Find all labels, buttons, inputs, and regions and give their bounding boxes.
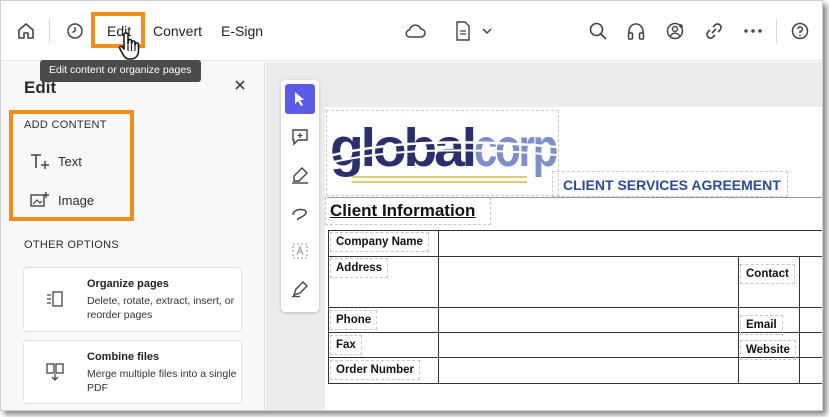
agreement-title: CLIENT SERVICES AGREEMENT bbox=[563, 177, 781, 193]
add-text-icon bbox=[31, 154, 49, 169]
draw-icon[interactable] bbox=[285, 198, 315, 228]
add-content-label: ADD CONTENT bbox=[24, 119, 107, 131]
field-contact[interactable]: Contact bbox=[740, 264, 795, 284]
organize-pages-icon bbox=[47, 291, 63, 307]
field-order-number[interactable]: Order Number bbox=[330, 360, 420, 380]
toolbar-divider bbox=[49, 19, 50, 43]
highlight-icon[interactable] bbox=[285, 160, 315, 190]
add-image-label: Image bbox=[58, 192, 95, 208]
hand-cursor-icon bbox=[118, 31, 142, 66]
section-title: Client Information bbox=[330, 201, 476, 220]
close-icon[interactable] bbox=[234, 78, 246, 96]
field-company-name[interactable]: Company Name bbox=[330, 232, 429, 252]
organize-pages-title: Organize pages bbox=[87, 278, 169, 290]
company-logo[interactable]: global corp bbox=[326, 110, 560, 196]
menu-esign[interactable]: E-Sign bbox=[221, 23, 263, 39]
svg-text:global: global bbox=[330, 118, 474, 178]
agreement-title-box[interactable]: CLIENT SERVICES AGREEMENT bbox=[552, 171, 788, 197]
organize-pages-card[interactable]: Organize pages Delete, rotate, extract, … bbox=[23, 267, 242, 332]
table-border bbox=[799, 256, 800, 383]
search-icon[interactable] bbox=[584, 17, 612, 45]
cloud-icon[interactable] bbox=[401, 17, 429, 45]
table-border bbox=[328, 230, 329, 383]
table-border bbox=[328, 383, 822, 384]
field-website[interactable]: Website bbox=[740, 340, 796, 360]
quick-tools bbox=[281, 80, 319, 312]
comment-icon[interactable] bbox=[285, 122, 315, 152]
combine-files-card[interactable]: Combine files Merge multiple files into … bbox=[23, 340, 242, 404]
combine-files-description: Merge multiple files into a single PDF bbox=[87, 368, 237, 394]
toolbar-divider bbox=[776, 19, 777, 43]
field-address[interactable]: Address bbox=[330, 258, 389, 278]
sign-icon[interactable] bbox=[285, 274, 315, 304]
menu-convert[interactable]: Convert bbox=[153, 23, 202, 39]
select-tool-icon[interactable] bbox=[285, 84, 315, 114]
help-icon[interactable] bbox=[786, 17, 814, 45]
link-icon[interactable] bbox=[700, 17, 728, 45]
chevron-down-icon[interactable] bbox=[473, 17, 501, 45]
combine-files-title: Combine files bbox=[87, 351, 160, 363]
headphones-icon[interactable] bbox=[622, 17, 650, 45]
svg-text:corp: corp bbox=[474, 118, 557, 178]
text-recognition-icon bbox=[285, 236, 315, 266]
more-icon[interactable] bbox=[739, 17, 767, 45]
home-icon[interactable] bbox=[12, 17, 40, 45]
add-text-button[interactable]: Text bbox=[30, 152, 82, 170]
table-border bbox=[438, 230, 439, 383]
recent-icon[interactable] bbox=[61, 17, 89, 45]
field-fax[interactable]: Fax bbox=[330, 335, 362, 355]
add-image-icon bbox=[30, 192, 49, 207]
table-border bbox=[328, 307, 822, 308]
table-border bbox=[328, 197, 822, 198]
add-text-label: Text bbox=[58, 153, 82, 169]
document-area: global corp CLIENT SERVICES AGREEMENT Cl… bbox=[266, 62, 822, 410]
pdf-page: global corp CLIENT SERVICES AGREEMENT Cl… bbox=[325, 107, 822, 410]
add-image-button[interactable]: Image bbox=[30, 191, 94, 209]
table-border bbox=[738, 256, 739, 383]
edit-panel: Edit ADD CONTENT Text Image OTHER OPTION… bbox=[1, 62, 265, 410]
other-options-label: OTHER OPTIONS bbox=[24, 239, 119, 251]
field-phone[interactable]: Phone bbox=[330, 310, 378, 330]
table-border bbox=[328, 230, 822, 231]
section-title-box[interactable]: Client Information bbox=[325, 197, 491, 225]
app-window: Edit Convert E-Sign Edit ADD CONTENT Tex… bbox=[0, 0, 823, 411]
organize-pages-description: Delete, rotate, extract, insert, or reor… bbox=[87, 295, 235, 321]
field-email[interactable]: Email bbox=[740, 315, 783, 335]
combine-files-icon bbox=[46, 363, 64, 381]
add-user-icon[interactable] bbox=[661, 17, 689, 45]
table-border bbox=[328, 256, 822, 257]
